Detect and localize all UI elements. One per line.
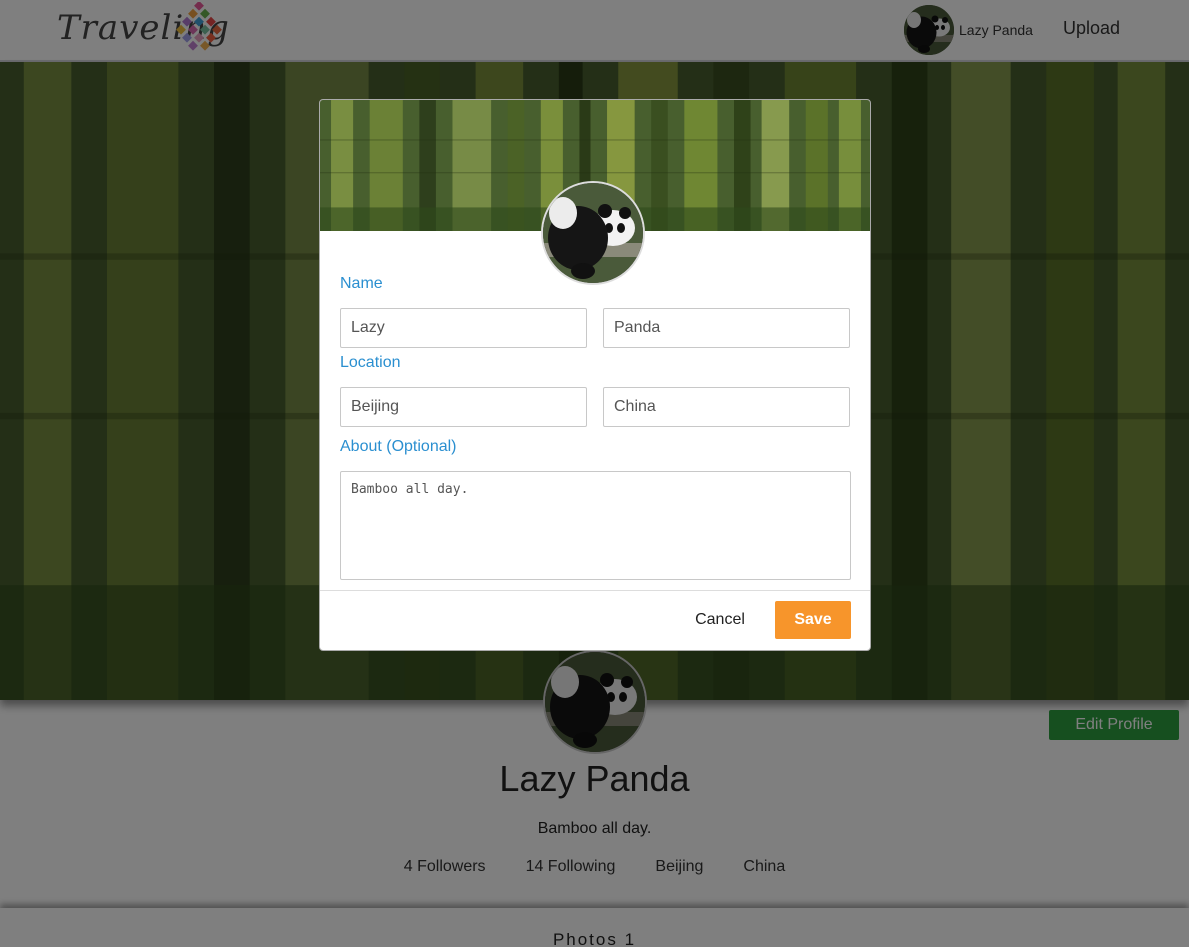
about-textarea[interactable]: Bamboo all day. — [340, 471, 851, 580]
cancel-button[interactable]: Cancel — [686, 602, 754, 638]
about-label: About (Optional) — [340, 438, 457, 455]
name-label: Name — [340, 275, 383, 292]
modal-divider — [320, 590, 870, 591]
country-input[interactable] — [603, 387, 850, 427]
last-name-input[interactable] — [603, 308, 850, 348]
location-label: Location — [340, 354, 401, 371]
modal-avatar[interactable] — [541, 181, 645, 285]
edit-profile-modal: Name Location About (Optional) Bamboo al… — [319, 99, 871, 651]
city-input[interactable] — [340, 387, 587, 427]
save-button[interactable]: Save — [775, 601, 851, 639]
panda-avatar-image — [543, 183, 643, 283]
first-name-input[interactable] — [340, 308, 587, 348]
